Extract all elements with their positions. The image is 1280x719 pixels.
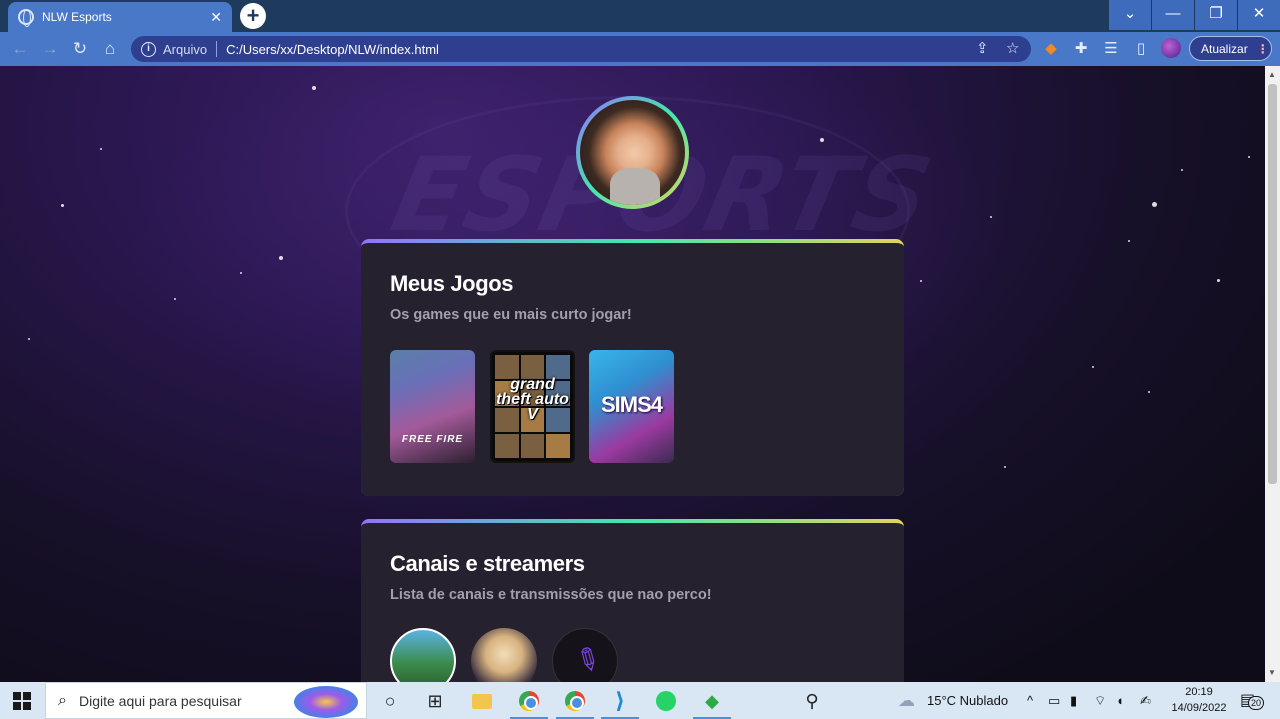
sidepanel-icon[interactable]: ▯ — [1131, 39, 1151, 59]
forward-button[interactable]: → — [38, 37, 62, 61]
windows-start-icon[interactable] — [13, 692, 31, 710]
close-window-button[interactable]: ✕ — [1238, 0, 1280, 30]
tab-nlw-esports[interactable]: NLW Esports ✕ — [8, 2, 232, 32]
game-cover-gta-v[interactable]: grand theft auto V — [490, 350, 575, 463]
streamer-avatar-2[interactable] — [471, 628, 537, 682]
star — [312, 86, 316, 90]
scroll-up-icon[interactable]: ▲ — [1268, 70, 1276, 79]
search-icon: ⌕ — [58, 691, 67, 709]
game-cover-label: grand theft auto V — [496, 376, 569, 423]
star — [1152, 202, 1157, 207]
tab-search-button[interactable]: ⌄ — [1109, 0, 1151, 30]
weather-cloud-icon[interactable]: ☁ — [898, 682, 915, 719]
section-title-my-games: Meus Jogos — [390, 271, 514, 296]
search-highlight-image — [294, 686, 358, 718]
browser-tab-strip: NLW Esports ✕ + ⌄ — ❐ ✕ — [0, 0, 1280, 32]
game-cover-label: FREE FIRE — [401, 434, 464, 445]
web-page: ESPORTS Meus Jogos Os games que eu mais … — [0, 66, 1265, 682]
chrome-icon[interactable] — [510, 687, 548, 719]
game-cover-label: SIMS4 — [600, 392, 663, 417]
update-label: Atualizar — [1201, 41, 1248, 56]
meet-now-icon[interactable]: ▭ — [1048, 682, 1060, 719]
media-queue-icon[interactable]: ☰ — [1101, 39, 1121, 59]
people-icon[interactable]: ⚲ — [797, 687, 827, 715]
chrome-profile-icon[interactable] — [556, 687, 594, 719]
site-info-icon[interactable]: i — [141, 41, 156, 57]
star — [61, 204, 64, 207]
star — [990, 216, 992, 218]
vscode-icon[interactable]: ⟩ — [601, 687, 639, 719]
address-scheme-label: Arquivo — [163, 41, 208, 57]
clock-date: 14/09/2022 — [1171, 702, 1227, 714]
file-explorer-icon[interactable] — [467, 687, 497, 715]
star — [279, 256, 283, 260]
sims-plumbob-icon[interactable]: ◆ — [693, 687, 731, 719]
game-cover-sims-4[interactable]: SIMS4 — [589, 350, 674, 463]
star — [920, 280, 922, 282]
profile-photo — [580, 100, 685, 205]
weather-text[interactable]: 15°C Nublado — [927, 682, 1008, 719]
game-cover-free-fire[interactable]: FREE FIRE — [390, 350, 475, 463]
address-bar[interactable]: i Arquivo C:/Users/xx/Desktop/NLW/index.… — [131, 36, 1031, 62]
star — [1128, 240, 1130, 242]
page-scrollbar[interactable]: ▲ ▼ — [1265, 66, 1280, 682]
address-url[interactable]: C:/Users/xx/Desktop/NLW/index.html — [226, 42, 439, 57]
star — [28, 338, 30, 340]
star — [1217, 279, 1220, 282]
section-subtitle-my-games: Os games que eu mais curto jogar! — [390, 307, 632, 323]
star — [1148, 391, 1150, 393]
address-separator — [216, 41, 218, 57]
restore-button[interactable]: ❐ — [1195, 0, 1237, 30]
home-button[interactable]: ⌂ — [98, 37, 122, 61]
reload-button[interactable]: ↻ — [68, 37, 92, 61]
notification-count-badge: 20 — [1248, 696, 1264, 710]
windows-taskbar: ⌕ Digite aqui para pesquisar ○ ⊞ ⟩ ◆ ⚲ ☁… — [0, 682, 1280, 719]
channels-card: Canais e streamers Lista de canais e tra… — [361, 519, 904, 682]
profile-avatar[interactable] — [1161, 38, 1181, 58]
clock-time: 20:19 — [1185, 686, 1213, 698]
star — [1092, 366, 1094, 368]
star — [174, 298, 176, 300]
tab-close-icon[interactable]: ✕ — [210, 9, 222, 26]
minimize-button[interactable]: — — [1152, 0, 1194, 30]
menu-dots-icon[interactable]: ⋮ — [1257, 42, 1269, 56]
share-icon[interactable]: ⇪ — [976, 39, 989, 57]
section-title-channels: Canais e streamers — [390, 551, 585, 576]
update-button[interactable]: Atualizar ⋮ — [1189, 36, 1272, 61]
back-button[interactable]: ← — [8, 37, 32, 61]
star — [100, 148, 102, 150]
streamer-avatar-1[interactable] — [390, 628, 456, 682]
star — [820, 138, 824, 142]
globe-icon — [18, 9, 34, 27]
bookmark-star-icon[interactable]: ☆ — [1006, 39, 1019, 57]
streamer-avatar-3[interactable]: ✎ — [552, 628, 618, 682]
my-games-card: Meus Jogos Os games que eu mais curto jo… — [361, 239, 904, 496]
section-subtitle-channels: Lista de canais e transmissões que nao p… — [390, 587, 712, 603]
wifi-icon[interactable]: ⌔ — [1094, 682, 1106, 719]
cortana-icon[interactable]: ○ — [375, 687, 405, 715]
taskbar-search-box[interactable]: ⌕ Digite aqui para pesquisar — [45, 682, 367, 719]
search-placeholder: Digite aqui para pesquisar — [78, 692, 242, 709]
battery-icon[interactable]: ▮ — [1070, 682, 1077, 719]
star — [1181, 169, 1183, 171]
metamask-fox-icon[interactable]: ◆ — [1041, 39, 1061, 59]
notification-center-icon[interactable]: ▤ 20 — [1240, 690, 1264, 712]
feather-logo-icon: ✎ — [568, 639, 607, 682]
whatsapp-icon[interactable] — [651, 687, 681, 715]
tab-title: NLW Esports — [42, 10, 112, 24]
pen-workspace-icon[interactable]: ✍ — [1140, 682, 1151, 719]
new-tab-button[interactable]: + — [240, 3, 266, 29]
star — [1248, 156, 1250, 158]
task-view-icon[interactable]: ⊞ — [420, 687, 450, 715]
volume-icon[interactable]: ◖ — [1116, 682, 1124, 719]
star — [1004, 466, 1006, 468]
taskbar-clock[interactable]: 20:19 14/09/2022 — [1165, 684, 1233, 716]
browser-toolbar: ← → ↻ ⌂ i Arquivo C:/Users/xx/Desktop/NL… — [0, 32, 1280, 66]
extensions-icon[interactable]: ✚ — [1071, 39, 1091, 59]
star — [240, 272, 242, 274]
scroll-down-icon[interactable]: ▼ — [1268, 668, 1276, 677]
scrollbar-thumb[interactable] — [1268, 84, 1277, 484]
show-hidden-icons[interactable]: ^ — [1027, 682, 1033, 719]
profile-avatar-ring — [576, 96, 689, 209]
